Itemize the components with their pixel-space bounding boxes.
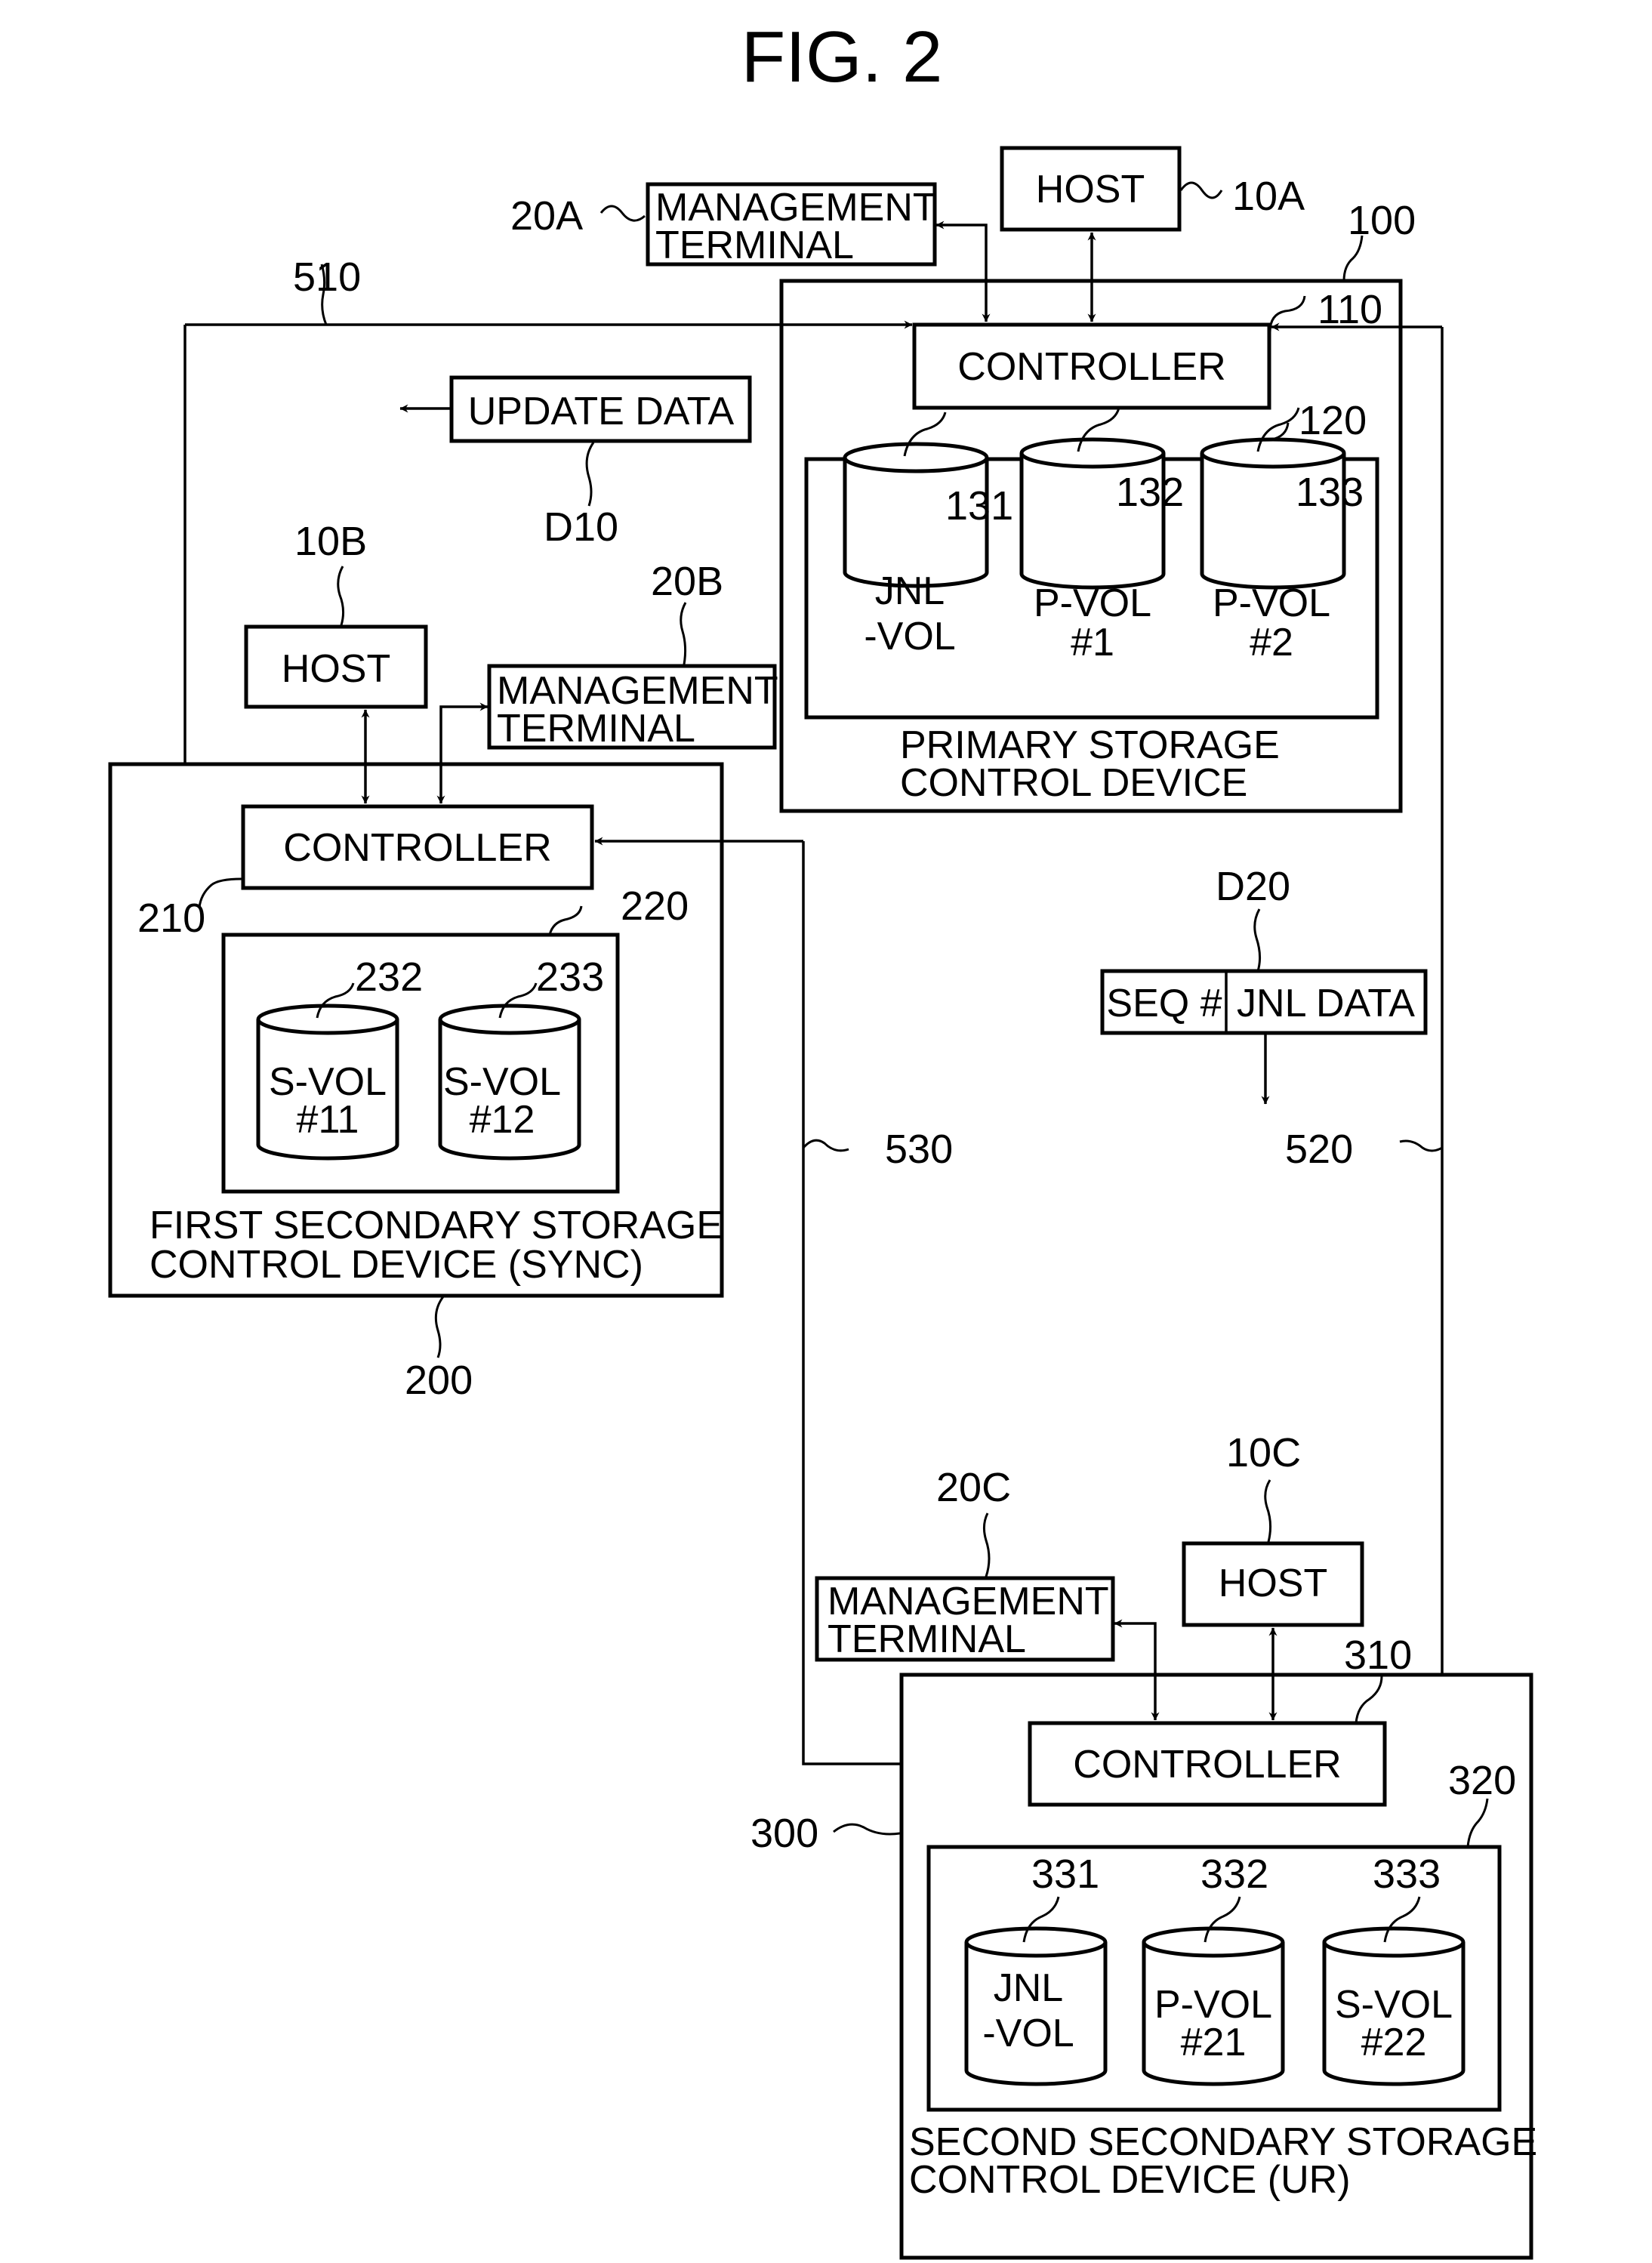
terminal-label-line2: TERMINAL xyxy=(497,707,695,751)
ref-332: 332 xyxy=(1200,1851,1268,1897)
ref-233: 233 xyxy=(536,954,604,1000)
volume-label-line2: -VOL xyxy=(864,615,955,658)
ref-131: 131 xyxy=(945,483,1013,529)
ref-333: 333 xyxy=(1373,1851,1441,1897)
volume-label-line2: #11 xyxy=(297,1098,359,1142)
host-10a: HOST 10A xyxy=(1000,146,1305,232)
volume-group-120: 120 JNL -VOL 131 P-VOL #1 132 P-VOL #2 1… xyxy=(804,398,1379,720)
host-label: HOST xyxy=(1036,168,1145,211)
ref-220: 220 xyxy=(621,883,689,929)
ref-530: 530 xyxy=(885,1127,953,1172)
ref-510: 510 xyxy=(293,254,361,300)
ref-200: 200 xyxy=(405,1358,473,1403)
seq-number-label: SEQ # xyxy=(1106,982,1222,1025)
ref-520: 520 xyxy=(1285,1127,1353,1172)
ref-331: 331 xyxy=(1031,1851,1099,1897)
fig2-diagram: FIG. 2 HOST 10A MANAGEMENT TERMINAL 20A … xyxy=(108,17,1537,2260)
ref-20b: 20B xyxy=(651,559,723,604)
host-10b: HOST 10B xyxy=(244,519,428,709)
update-data-label: UPDATE DATA xyxy=(468,390,735,433)
ref-120: 120 xyxy=(1299,398,1367,443)
ref-10a: 10A xyxy=(1232,174,1305,219)
management-terminal-20c: MANAGEMENT TERMINAL 20C xyxy=(815,1465,1115,1662)
volume-label-line1: JNL xyxy=(875,569,945,613)
controller-label: CONTROLLER xyxy=(283,826,551,870)
management-terminal-20a: MANAGEMENT TERMINAL 20A xyxy=(510,182,937,267)
volume-label-line2: #12 xyxy=(470,1098,535,1142)
jnl-data-label: JNL DATA xyxy=(1237,982,1415,1025)
host-label: HOST xyxy=(282,647,390,691)
ref-d20: D20 xyxy=(1216,864,1290,909)
ref-232: 232 xyxy=(355,954,423,1000)
device-name-line1: FIRST SECONDARY STORAGE xyxy=(149,1204,723,1247)
host-10c: HOST 10C xyxy=(1182,1430,1364,1627)
terminal-label-line2: TERMINAL xyxy=(655,224,854,267)
management-terminal-20b: MANAGEMENT TERMINAL 20B xyxy=(487,559,778,751)
ref-100: 100 xyxy=(1348,198,1416,243)
controller-label: CONTROLLER xyxy=(957,345,1225,389)
ref-300: 300 xyxy=(750,1811,818,1856)
ref-10b: 10B xyxy=(294,519,367,564)
ref-110: 110 xyxy=(1318,287,1382,332)
ref-10c: 10C xyxy=(1226,1430,1301,1475)
host-label: HOST xyxy=(1219,1562,1327,1605)
ref-d10: D10 xyxy=(544,504,618,550)
volume-label-line1: P-VOL xyxy=(1213,581,1330,625)
first-secondary-storage-device: HOST 10B MANAGEMENT TERMINAL 20B CONTROL… xyxy=(108,519,778,1403)
ref-20c: 20C xyxy=(936,1465,1011,1510)
device-name-line2: CONTROL DEVICE (UR) xyxy=(909,2158,1351,2202)
second-secondary-storage-device: HOST 10C MANAGEMENT TERMINAL 20C CONTROL… xyxy=(750,1430,1537,2260)
device-name-line2: CONTROL DEVICE (SYNC) xyxy=(149,1243,643,1287)
volume-label-line1: JNL xyxy=(994,1966,1063,2010)
volume-label-line2: -VOL xyxy=(982,2012,1074,2055)
ref-210: 210 xyxy=(137,896,205,941)
ref-20a: 20A xyxy=(510,193,583,239)
volume-label-line1: P-VOL xyxy=(1034,581,1151,625)
update-data-d10: UPDATE DATA D10 xyxy=(399,375,752,550)
controller-label: CONTROLLER xyxy=(1073,1743,1341,1787)
ref-132: 132 xyxy=(1116,470,1184,515)
ref-320: 320 xyxy=(1448,1758,1516,1803)
volume-label-line2: #22 xyxy=(1361,2021,1427,2064)
volume-label-line2: #2 xyxy=(1250,621,1293,664)
journal-data-d20: SEQ # JNL DATA D20 xyxy=(1100,864,1428,1105)
ref-133: 133 xyxy=(1296,470,1364,515)
volume-label-line2: #1 xyxy=(1071,621,1114,664)
terminal-label-line2: TERMINAL xyxy=(828,1617,1026,1661)
figure-title: FIG. 2 xyxy=(741,17,943,97)
ref-310: 310 xyxy=(1344,1633,1412,1678)
volume-label-line2: #21 xyxy=(1181,2021,1247,2064)
device-name-line2: CONTROL DEVICE xyxy=(900,761,1247,805)
